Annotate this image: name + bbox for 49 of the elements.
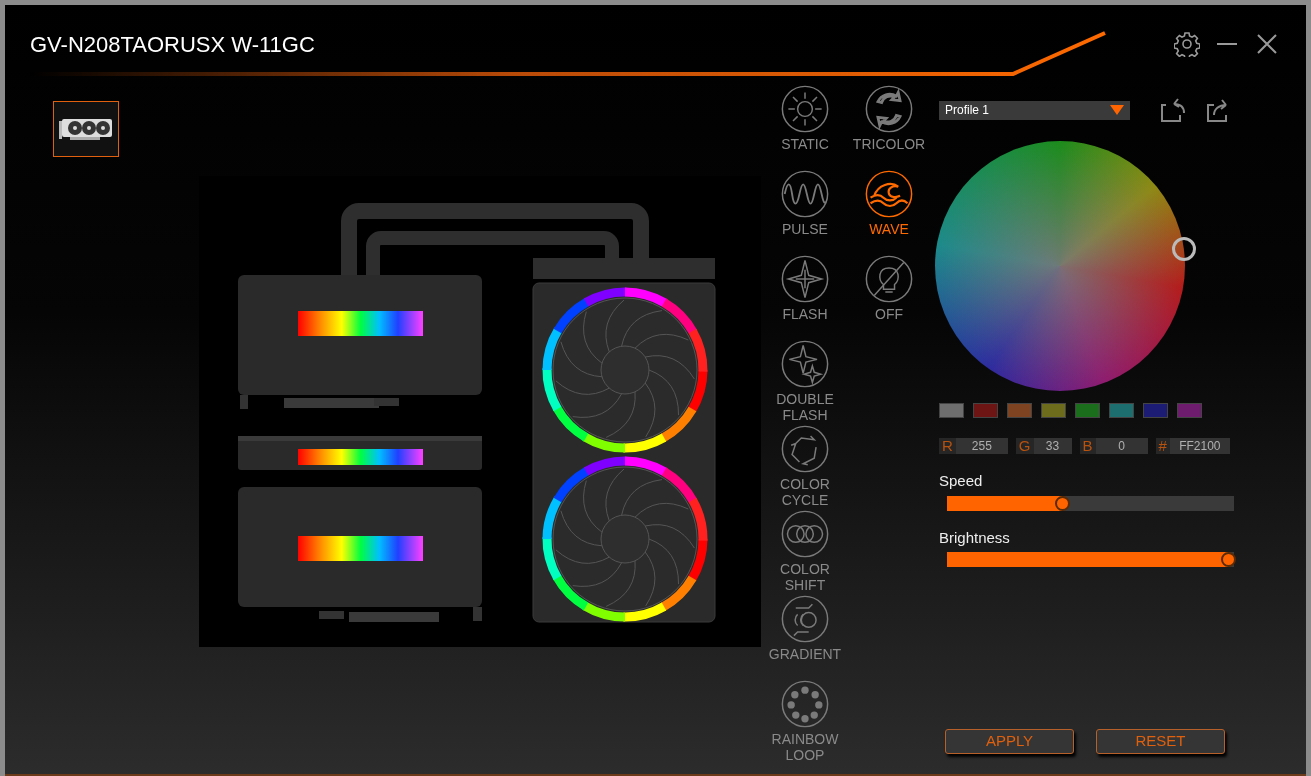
color-swatch[interactable] [1109, 403, 1134, 418]
channel-label: G [1017, 435, 1032, 456]
profile-dropdown[interactable]: Profile 1 [939, 100, 1130, 120]
bulb-off-icon [865, 255, 913, 303]
effect-button[interactable]: WAVE [847, 170, 931, 237]
gpu-thumbnail-button[interactable] [53, 101, 119, 157]
color-swatch[interactable] [1075, 403, 1100, 418]
sine-icon [781, 170, 829, 218]
effect-button[interactable]: OFF [847, 255, 931, 322]
speed-label: Speed [939, 471, 984, 491]
dropdown-caret-icon [1110, 105, 1124, 115]
color-swatch[interactable] [1143, 403, 1168, 418]
window-title: GV-N208TAORUSX W-11GC [30, 31, 315, 59]
channel-value-field[interactable]: 255 [955, 438, 1008, 454]
effect-button[interactable]: TRICOLOR [847, 85, 931, 152]
arrows-icon [781, 425, 829, 473]
color-swatch[interactable] [1007, 403, 1032, 418]
brightness-label: Brightness [939, 527, 1011, 548]
effect-button[interactable]: COLOR CYCLE [763, 425, 847, 508]
effect-button[interactable]: COLOR SHIFT [763, 510, 847, 593]
effect-button[interactable]: DOUBLE FLASH [763, 340, 847, 423]
color-swatch[interactable] [1177, 403, 1202, 418]
channel-value-field[interactable]: FF2100 [1169, 438, 1230, 454]
import-icon[interactable] [1160, 97, 1188, 123]
gradient-icon [781, 595, 829, 643]
apply-button[interactable]: APPLY [945, 729, 1074, 754]
sun-icon [781, 85, 829, 133]
channel-value-field[interactable]: 33 [1033, 438, 1072, 454]
speed-slider[interactable] [947, 495, 1234, 511]
channel-label: R [941, 435, 954, 456]
channel-value-field[interactable]: 0 [1095, 438, 1148, 454]
color-swatch[interactable] [1041, 403, 1066, 418]
effect-button[interactable]: PULSE [763, 170, 847, 237]
settings-icon[interactable] [1174, 31, 1200, 57]
effect-button[interactable]: STATIC [763, 85, 847, 152]
effect-button[interactable]: RAINBOW LOOP [763, 680, 847, 763]
rings-icon [781, 510, 829, 558]
color-swatch[interactable] [973, 403, 998, 418]
dots-icon [781, 680, 829, 728]
effect-button[interactable]: FLASH [763, 255, 847, 322]
graphics-card-icon [58, 116, 114, 142]
wave-icon [865, 170, 913, 218]
color-swatch[interactable] [939, 403, 964, 418]
cycle-icon [865, 85, 913, 133]
color-picker-handle[interactable] [1172, 237, 1196, 261]
effect-button[interactable]: GRADIENT [763, 595, 847, 662]
channel-label: # [1157, 435, 1168, 456]
reset-button[interactable]: RESET [1096, 729, 1225, 754]
channel-label: B [1081, 435, 1094, 456]
